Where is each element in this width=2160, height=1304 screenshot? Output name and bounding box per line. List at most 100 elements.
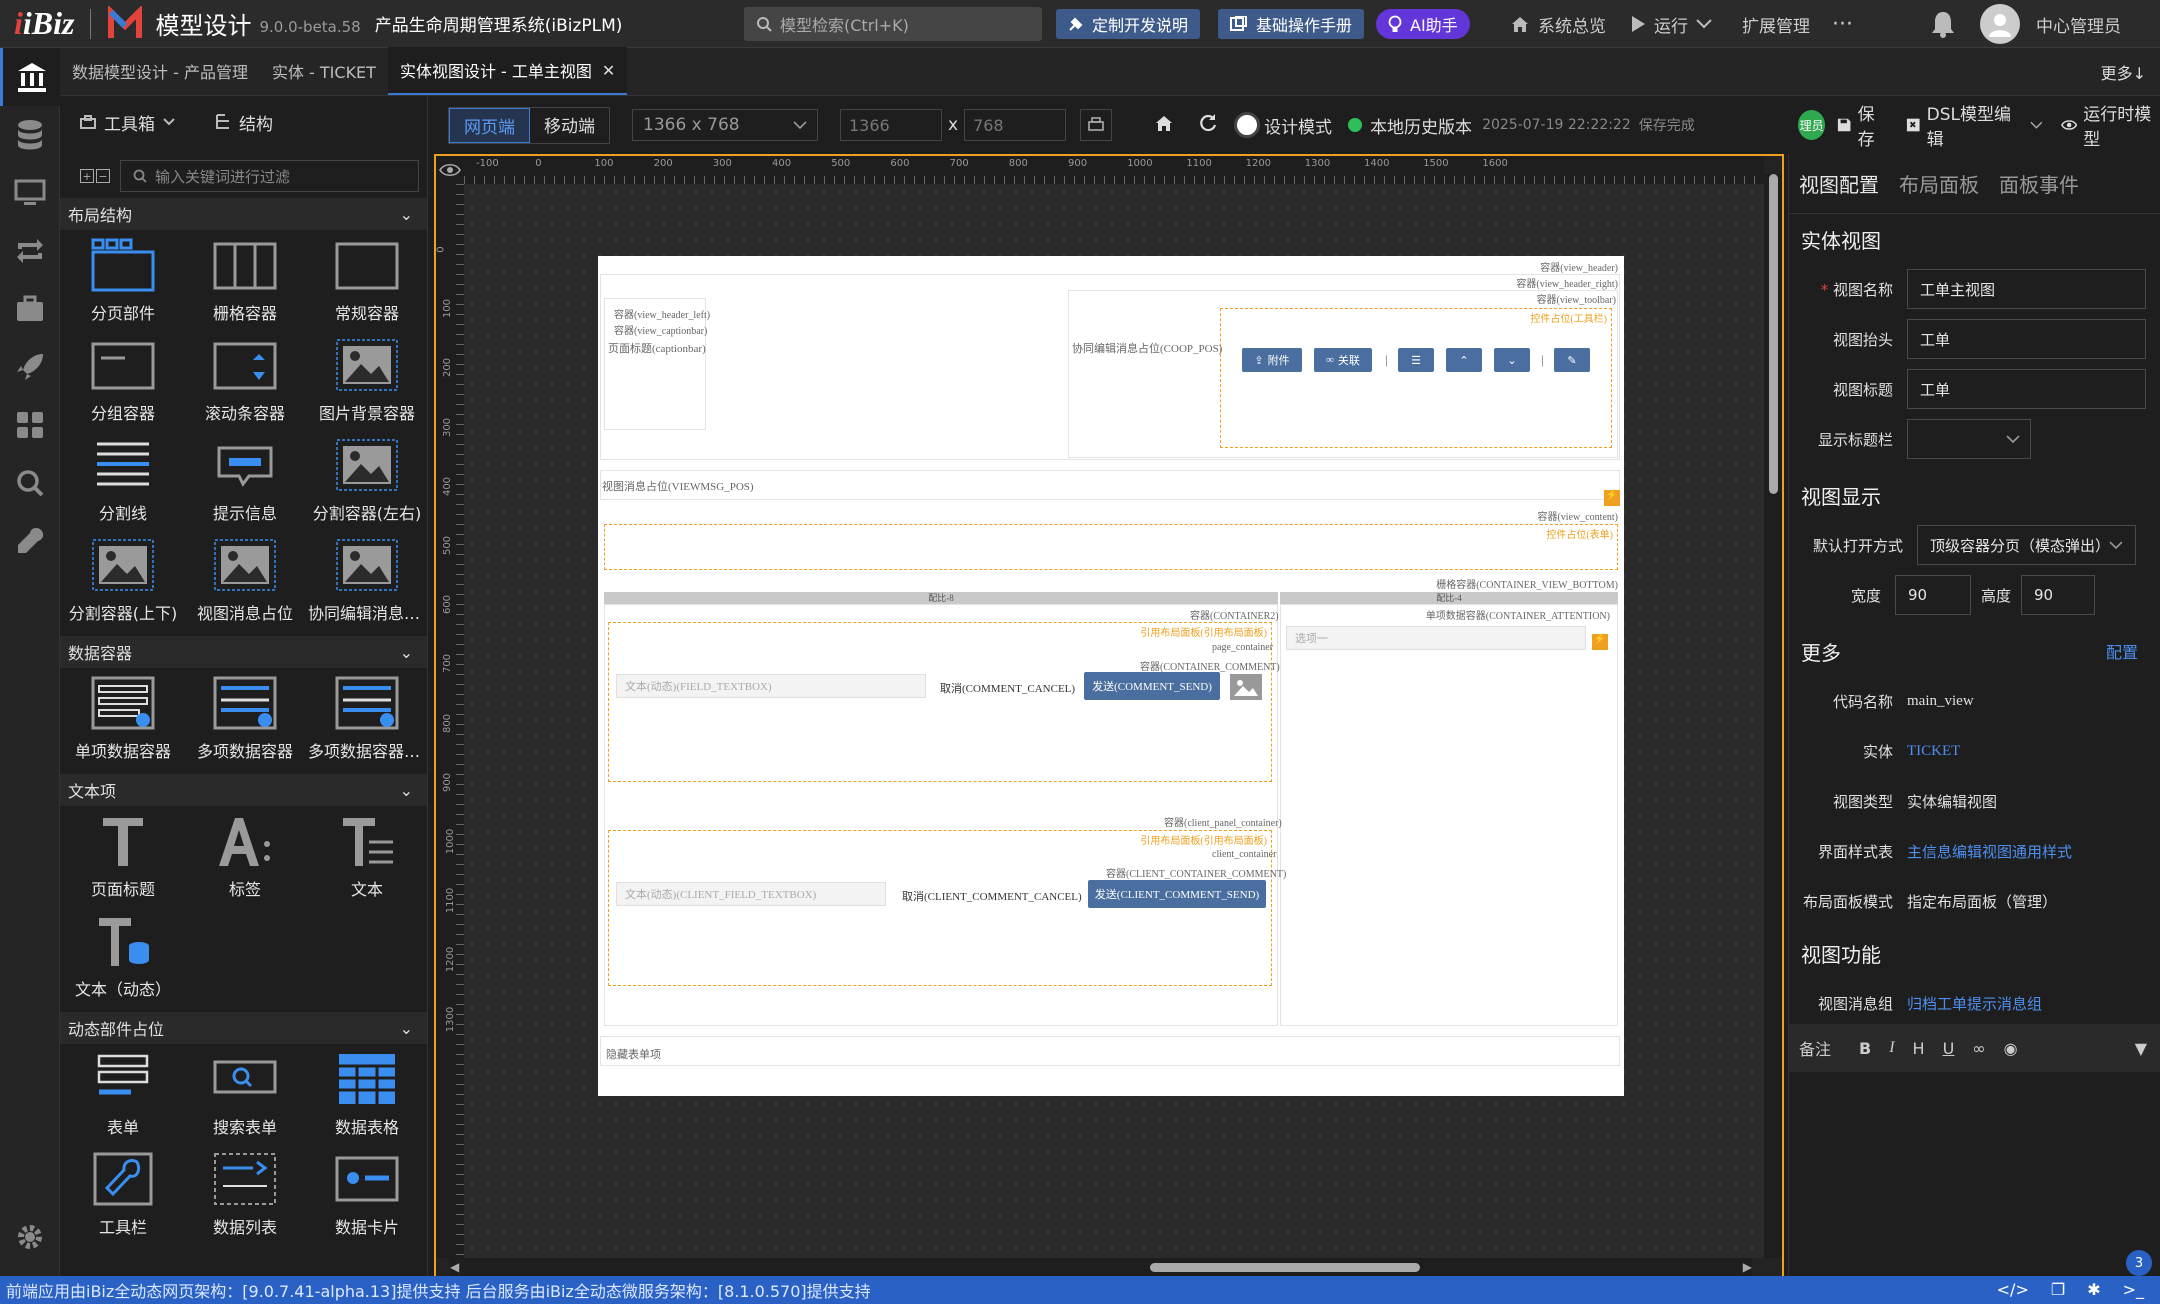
bold-icon[interactable]: B (1859, 1039, 1871, 1058)
entity-link[interactable]: TICKET (1907, 743, 2160, 760)
tool-data-grid[interactable]: 数据表格 (306, 1044, 427, 1144)
client-send-button[interactable]: 发送(CLIENT_COMMENT_SEND) (1088, 880, 1266, 908)
tabs-more-button[interactable]: 更多↓ (2101, 60, 2146, 84)
list-button[interactable]: ☰ (1398, 348, 1434, 372)
pin-button[interactable]: ✎ (1554, 348, 1590, 372)
style-link[interactable]: 主信息编辑视图通用样式 (1907, 841, 2160, 862)
lightning-icon[interactable]: ⚡ (1592, 634, 1608, 650)
terminal-icon[interactable]: >_ (2123, 1280, 2144, 1299)
grid-apps-icon[interactable] (0, 396, 60, 454)
tool-multi-data-page[interactable]: 多项数据容器(分页) (306, 668, 427, 768)
height-input[interactable]: 768 (964, 109, 1067, 141)
tool-form[interactable]: 表单 (62, 1044, 184, 1144)
settings-gear-icon[interactable] (0, 1208, 60, 1266)
form-placeholder[interactable]: 控件占位(表单) (604, 524, 1618, 570)
tab-view-design[interactable]: 实体视图设计 - 工单主视图 ✕ (387, 47, 628, 95)
monitor-icon[interactable] (0, 164, 60, 222)
tool-group-container[interactable]: 分组容器 (62, 330, 184, 430)
config-link[interactable]: 配置 (2106, 639, 2138, 663)
vertical-scrollbar[interactable] (1764, 174, 1782, 1258)
comment-send-button[interactable]: 发送(COMMENT_SEND) (1084, 672, 1220, 700)
briefcase-icon[interactable] (0, 280, 60, 338)
field-textbox[interactable]: 文本(动态)(FIELD_TEXTBOX) (616, 674, 926, 698)
toolbox-tab[interactable]: 工具箱 (80, 110, 175, 135)
client-field-textbox[interactable]: 文本(动态)(CLIENT_FIELD_TEXTBOX) (616, 882, 886, 906)
tool-image-bg-container[interactable]: 图片背景容器 (306, 330, 427, 430)
save-button[interactable]: 保存 (1837, 100, 1888, 150)
ai-assistant-button[interactable]: AI助手 (1376, 9, 1470, 39)
preview-eye-icon[interactable]: ◉ (2004, 1039, 2018, 1058)
runtime-model-button[interactable]: 运行时模型 (2061, 100, 2160, 150)
remark-editor[interactable] (1791, 1072, 2159, 1276)
tool-search-form[interactable]: 搜索表单 (184, 1044, 306, 1144)
tool-multi-data[interactable]: 多项数据容器 (184, 668, 306, 768)
custom-dev-button[interactable]: 定制开发说明 (1056, 9, 1201, 39)
link-button[interactable]: ∞ 关联 (1314, 348, 1372, 372)
down-button[interactable]: ⌄ (1494, 348, 1530, 372)
filter-input[interactable]: 输入关键词进行过滤 (120, 160, 419, 192)
nav-overview[interactable]: 系统总览 (1510, 0, 1606, 48)
lightning-icon[interactable]: ⚡ (1604, 490, 1620, 506)
expand-all-icon[interactable]: + − (80, 169, 110, 183)
history-button[interactable]: 本地历史版本 (1348, 113, 1472, 138)
tool-tab-part[interactable]: 分页部件 (62, 230, 184, 330)
view-caption-input[interactable]: 工单 (1907, 319, 2146, 359)
height-input[interactable]: 90 (2021, 575, 2096, 615)
view-title-input[interactable]: 工单 (1907, 369, 2146, 409)
nav-extension[interactable]: 扩展管理 (1742, 0, 1810, 48)
open-mode-select[interactable]: 顶级容器分页（模态弹出） (1917, 525, 2136, 565)
view-name-input[interactable]: 工单主视图 (1907, 269, 2146, 309)
tool-tooltip[interactable]: 提示信息 (184, 430, 306, 530)
heading-icon[interactable]: H (1913, 1039, 1925, 1058)
bell-icon[interactable] (1930, 0, 1956, 48)
show-titlebar-select[interactable] (1907, 419, 2031, 459)
search-rail-icon[interactable] (0, 454, 60, 512)
client-cancel-button[interactable]: 取消(CLIENT_COMMENT_CANCEL) (902, 888, 1082, 904)
web-tab[interactable]: 网页端 (449, 107, 530, 143)
tool-view-msg[interactable]: 视图消息占位 (184, 530, 306, 630)
tool-scroll-container[interactable]: 滚动条容器 (184, 330, 306, 430)
width-input[interactable]: 1366 (840, 109, 942, 141)
underline-icon[interactable]: U (1943, 1039, 1955, 1058)
more-icon[interactable]: ··· (1832, 0, 1853, 48)
code-icon[interactable]: </> (1997, 1280, 2029, 1299)
section-text[interactable]: 文本项 ⌄ (60, 774, 427, 806)
tool-label-item[interactable]: 标签 (184, 806, 306, 906)
col4-container[interactable] (1280, 604, 1618, 1026)
tool-data-card[interactable]: 数据卡片 (306, 1144, 427, 1244)
chevron-down-icon[interactable] (2030, 121, 2043, 129)
model-search-input[interactable]: 模型检索(Ctrl+K) (744, 7, 1042, 41)
close-icon[interactable]: ✕ (602, 61, 615, 80)
nav-run[interactable]: 运行 (1630, 0, 1712, 48)
rocket-icon[interactable] (0, 338, 60, 396)
msg-group-link[interactable]: 归档工单提示消息组 (1907, 993, 2160, 1014)
wrench-rail-icon[interactable] (0, 512, 60, 570)
tool-split-lr[interactable]: 分割容器(左右) (306, 430, 427, 530)
user-menu[interactable]: 中心管理员 (1980, 0, 2121, 48)
italic-icon[interactable]: I (1889, 1039, 1894, 1057)
tool-text[interactable]: 文本 (306, 806, 427, 906)
mobile-tab[interactable]: 移动端 (530, 108, 609, 143)
bug-icon[interactable]: ✱ (2087, 1280, 2100, 1299)
tab-view-config[interactable]: 视图配置 (1799, 169, 1879, 198)
tool-grid-container[interactable]: 栅格容器 (184, 230, 306, 330)
ref-panel-2[interactable]: 引用布局面板(引用布局面板) (608, 830, 1272, 986)
tool-normal-container[interactable]: 常规容器 (306, 230, 427, 330)
hidden-form-container[interactable] (600, 1036, 1620, 1066)
choose-select[interactable]: 选项一 (1286, 626, 1586, 650)
resolution-select[interactable]: 1366 x 768 (632, 109, 818, 141)
section-dynamic-part[interactable]: 动态部件占位 ⌄ (60, 1012, 427, 1044)
home-icon[interactable] (1154, 114, 1174, 137)
tool-text-dynamic[interactable]: 文本（动态） (62, 906, 184, 1006)
toolbar-placeholder[interactable]: 控件占位(工具栏) (1220, 308, 1612, 448)
tool-page-title[interactable]: 页面标题 (62, 806, 184, 906)
vertical-scroll-thumb[interactable] (1769, 174, 1778, 494)
section-data-container[interactable]: 数据容器 ⌄ (60, 636, 427, 668)
view-page[interactable]: 容器(view_header) 容器(view_header_right) 容器… (598, 256, 1624, 1096)
up-button[interactable]: ⌃ (1446, 348, 1482, 372)
dsl-edit-button[interactable]: DSL模型编辑 (1906, 100, 2018, 150)
tool-split-tb[interactable]: 分割容器(上下) (62, 530, 184, 630)
tab-layout-panel[interactable]: 布局面板 (1899, 169, 1979, 198)
attach-button[interactable]: ⇪ 附件 (1242, 348, 1302, 372)
scroll-left-icon[interactable]: ◀ (450, 1260, 459, 1274)
